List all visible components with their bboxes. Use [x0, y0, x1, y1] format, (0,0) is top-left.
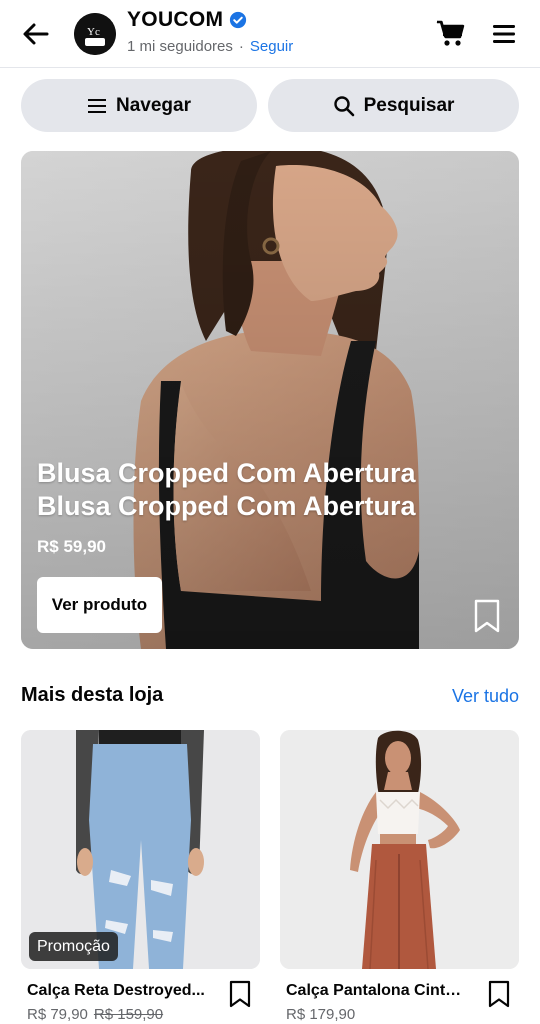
- featured-product-price: R$ 59,90: [37, 537, 106, 556]
- bookmark-icon[interactable]: [229, 980, 251, 1008]
- bookmark-icon[interactable]: [488, 980, 510, 1008]
- svg-text:Yc: Yc: [87, 26, 100, 38]
- promo-badge: Promoção: [29, 932, 118, 961]
- hamburger-menu-icon[interactable]: [488, 18, 520, 50]
- store-name-row: YOUCOM: [127, 8, 247, 32]
- featured-product-card[interactable]: Blusa Cropped Com Abertura Blusa Cropped…: [21, 151, 519, 649]
- search-icon: [333, 95, 354, 116]
- product-card[interactable]: Promoção Calça Reta Destroyed... R$ 79,9…: [21, 730, 260, 1023]
- store-name[interactable]: YOUCOM: [127, 8, 223, 32]
- product-price: R$ 179,90: [286, 1006, 356, 1023]
- top-bar: Yc YOUCOM 1 mi seguidores · Seguir: [0, 0, 540, 68]
- pants-product-image: [280, 730, 519, 969]
- featured-product-image: [21, 151, 519, 649]
- product-price-row: R$ 79,90 R$ 159,90: [27, 1006, 163, 1023]
- product-image[interactable]: Promoção: [21, 730, 260, 969]
- search-label: Pesquisar: [363, 94, 455, 116]
- product-old-price: R$ 159,90: [93, 1006, 164, 1023]
- followers-count: 1 mi seguidores: [127, 38, 233, 55]
- bookmark-icon[interactable]: [473, 599, 501, 633]
- product-price: R$ 79,90: [27, 1006, 88, 1023]
- product-card[interactable]: Calça Pantalona Cintu... R$ 179,90: [280, 730, 519, 1023]
- follow-button[interactable]: Seguir: [250, 38, 293, 55]
- store-meta: 1 mi seguidores · Seguir: [127, 38, 293, 55]
- list-menu-icon: [88, 98, 106, 113]
- navigate-label: Navegar: [116, 94, 191, 116]
- search-button[interactable]: Pesquisar: [268, 79, 519, 132]
- view-product-button[interactable]: Ver produto: [37, 577, 162, 633]
- product-image[interactable]: [280, 730, 519, 969]
- back-arrow-icon[interactable]: [18, 16, 54, 52]
- verified-badge-icon: [230, 11, 247, 29]
- store-avatar[interactable]: Yc: [74, 13, 116, 55]
- meta-separator: ·: [238, 38, 244, 55]
- product-name[interactable]: Calça Reta Destroyed...: [27, 982, 207, 1000]
- see-all-link[interactable]: Ver tudo: [452, 686, 519, 707]
- cart-icon[interactable]: [434, 18, 466, 50]
- navigate-button[interactable]: Navegar: [21, 79, 257, 132]
- section-title: Mais desta loja: [21, 684, 164, 706]
- product-price-row: R$ 179,90: [286, 1006, 355, 1023]
- product-name[interactable]: Calça Pantalona Cintu...: [286, 982, 466, 1000]
- featured-product-title: Blusa Cropped Com Abertura Blusa Cropped…: [37, 458, 416, 521]
